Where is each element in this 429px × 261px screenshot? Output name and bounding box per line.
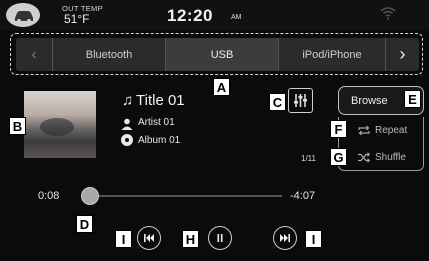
callout-i-right: I [305,230,322,248]
tab-usb[interactable]: USB [166,38,279,71]
out-temp-value: 51°F [64,12,90,26]
pause-icon [217,234,223,242]
wifi-icon [380,6,396,25]
tab-ipod-iphone[interactable]: iPod/iPhone [279,38,386,71]
previous-track-button[interactable] [137,226,161,250]
callout-d: D [76,215,93,233]
pause-button[interactable] [208,226,232,250]
album-name: Album 01 [138,135,181,146]
album-art-detail [40,118,74,136]
next-track-icon [280,234,290,242]
next-track-button[interactable] [273,226,297,250]
sound-settings-button[interactable] [288,88,313,113]
previous-track-icon [144,234,154,242]
artist-icon [121,117,133,130]
repeat-button[interactable]: Repeat [338,117,424,144]
repeat-icon [357,125,371,139]
shuffle-button[interactable]: Shuffle [338,144,424,171]
audio-screen: OUT TEMP 51°F 12:20 AM ‹ Bluetooth USB i… [0,0,429,261]
clock-ampm: AM [231,14,242,21]
shuffle-label: Shuffle [375,151,406,163]
callout-a: A [213,78,230,96]
music-note-icon: ♫ [122,92,134,109]
track-counter: 1/11 [301,154,316,163]
album-disc-hole [125,138,129,142]
callout-e: E [404,90,421,108]
callout-b: B [9,117,26,135]
callout-f: F [330,120,347,138]
tab-next-button[interactable]: › [386,38,419,71]
source-tab-bar: ‹ Bluetooth USB iPod/iPhone › [16,38,419,71]
equalizer-icon [294,94,307,107]
elapsed-time: 0:08 [38,190,60,202]
track-title: Title 01 [136,92,185,109]
repeat-label: Repeat [375,125,408,136]
shuffle-icon [357,152,371,166]
artist-name: Artist 01 [138,117,175,128]
callout-i-left: I [115,230,132,248]
callout-c: C [269,93,286,111]
tab-prev-button[interactable]: ‹ [16,38,53,71]
progress-knob[interactable] [80,187,99,205]
callout-g: G [330,148,347,166]
car-icon[interactable] [6,3,40,27]
tab-bluetooth[interactable]: Bluetooth [53,38,166,71]
callout-h: H [182,230,199,248]
clock-time: 12:20 [167,6,213,25]
browse-label: Browse [351,94,388,107]
remaining-time: -4:07 [290,190,316,202]
progress-track[interactable] [84,195,282,197]
